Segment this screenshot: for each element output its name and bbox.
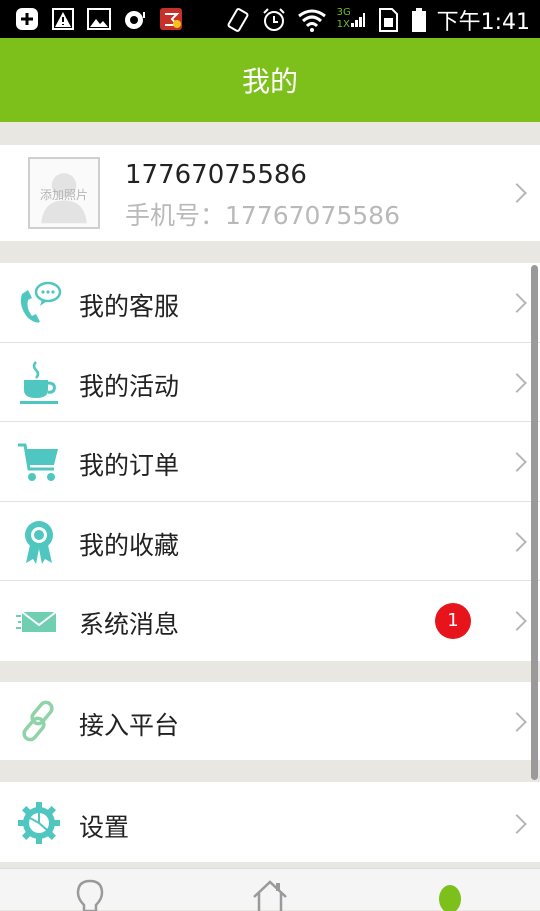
chevron-right-icon <box>507 611 527 631</box>
phone-line: 手机号：17767075586 <box>125 196 400 232</box>
menu-group-main: 我的客服 我的活动 我的订单 我的收藏 系统消息 1 <box>0 263 540 661</box>
menu-item-label: 接入平台 <box>79 711 180 740</box>
gallery-icon <box>87 8 111 30</box>
wifi-icon <box>297 9 326 32</box>
menu-item-label: 我的活动 <box>79 371 180 401</box>
menu-item-favorites[interactable]: 我的收藏 <box>0 502 540 581</box>
ribbon-award-icon <box>25 520 53 564</box>
menu-item-label: 我的收藏 <box>79 530 180 560</box>
chevron-right-icon <box>507 293 527 313</box>
profile-card[interactable]: 添加照片 17767075586 手机号：17767075586 <box>0 145 540 241</box>
chevron-right-icon <box>507 183 527 203</box>
camera-icon <box>125 11 145 29</box>
warning-image-icon <box>52 8 74 30</box>
rotate-icon <box>227 8 249 32</box>
menu-group-settings: 设置 <box>0 782 540 862</box>
app-header: 我的 <box>0 38 540 122</box>
app-icon <box>160 8 182 30</box>
unread-badge: 1 <box>435 603 471 639</box>
menu-item-label: 设置 <box>79 813 130 842</box>
phone-label: 手机号： <box>125 201 226 230</box>
chevron-right-icon <box>507 712 527 732</box>
alarm-icon <box>262 8 285 31</box>
network-label-3g: 3G <box>336 7 351 18</box>
menu-item-platform[interactable]: 接入平台 <box>0 682 540 760</box>
page-title: 我的 <box>241 65 298 98</box>
status-bar: 3G 1X 下午1:41 <box>0 0 540 38</box>
chevron-right-icon <box>507 372 527 393</box>
chevron-right-icon <box>507 531 527 552</box>
battery-icon <box>411 8 426 32</box>
signal-icon <box>350 13 365 27</box>
add-photo-label: 添加照片 <box>39 188 88 202</box>
menu-group-platform: 接入平台 <box>0 682 540 760</box>
menu-item-label: 我的订单 <box>79 451 180 480</box>
avatar[interactable]: 添加照片 <box>28 157 100 229</box>
coffee-cup-icon <box>20 360 58 404</box>
profile-dot-icon[interactable] <box>430 877 470 911</box>
scrollbar[interactable] <box>531 265 538 780</box>
sim-icon <box>378 8 398 32</box>
chevron-right-icon <box>507 814 527 834</box>
bottom-tab-bar <box>0 868 540 911</box>
network-indicator: 3G 1X <box>337 7 365 33</box>
envelope-icon <box>16 611 57 632</box>
status-time: 下午1:41 <box>436 10 530 35</box>
menu-item-customer-service[interactable]: 我的客服 <box>0 263 540 343</box>
gear-icon <box>18 802 60 844</box>
menu-item-label: 系统消息 <box>79 610 180 639</box>
phone-number: 17767075586 <box>225 201 400 230</box>
username: 17767075586 <box>125 160 307 190</box>
customer-service-icon <box>20 281 62 323</box>
link-icon <box>22 700 54 742</box>
chevron-right-icon <box>507 452 527 472</box>
menu-item-label: 我的客服 <box>79 292 180 321</box>
lightbulb-icon[interactable] <box>70 877 110 911</box>
menu-item-settings[interactable]: 设置 <box>0 782 540 862</box>
shopping-cart-icon <box>18 443 58 481</box>
add-notification-icon <box>16 8 38 30</box>
network-label-1x: 1X <box>336 19 350 30</box>
menu-item-activities[interactable]: 我的活动 <box>0 343 540 422</box>
home-icon[interactable] <box>250 877 290 911</box>
menu-item-system-messages[interactable]: 系统消息 1 <box>0 581 540 661</box>
menu-item-orders[interactable]: 我的订单 <box>0 422 540 502</box>
